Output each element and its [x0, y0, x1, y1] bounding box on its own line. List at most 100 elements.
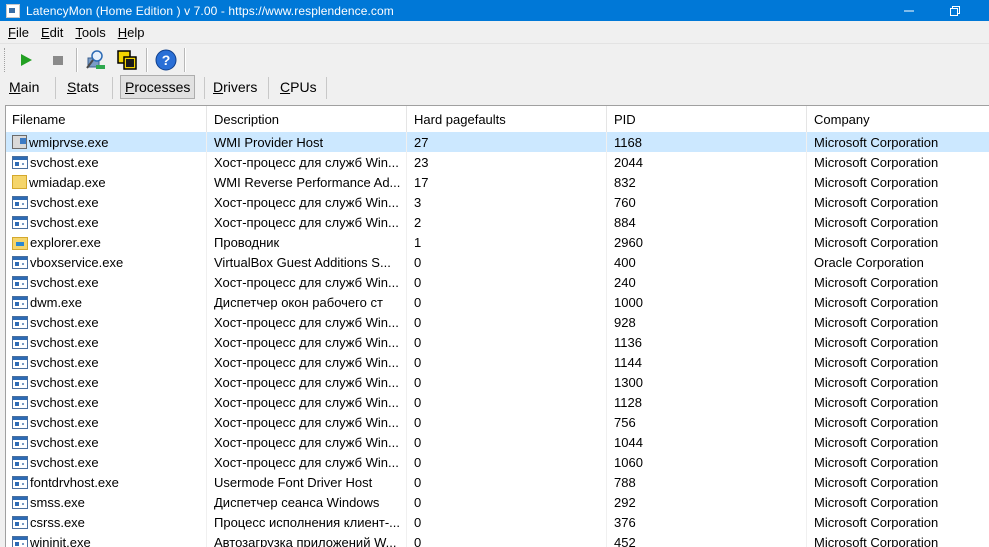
cell-company-text: Microsoft Corporation [814, 475, 938, 490]
column-header-pid[interactable]: PID [607, 106, 807, 132]
cell-filename: fontdrvhost.exe [6, 472, 207, 492]
column-header-company[interactable]: Company [807, 106, 989, 132]
analyze-button[interactable] [84, 48, 108, 72]
cell-filename-text: svchost.exe [30, 195, 99, 210]
cell-hard-pagefaults: 0 [407, 492, 607, 512]
cell-filename: smss.exe [6, 492, 207, 512]
cell-filename-text: fontdrvhost.exe [30, 475, 119, 490]
start-button[interactable] [14, 48, 38, 72]
table-row[interactable]: wmiadap.exeWMI Reverse Performance Ad...… [6, 172, 989, 192]
tab-drivers[interactable]: Drivers [209, 75, 261, 99]
cell-filename: csrss.exe [6, 512, 207, 532]
table-row[interactable]: csrss.exeПроцесс исполнения клиент-...03… [6, 512, 989, 532]
cell-company-text: Microsoft Corporation [814, 315, 938, 330]
cell-hard-pagefaults: 0 [407, 472, 607, 492]
table-row[interactable]: explorer.exeПроводник12960Microsoft Corp… [6, 232, 989, 252]
table-row[interactable]: dwm.exeДиспетчер окон рабочего ст01000Mi… [6, 292, 989, 312]
title-bar: LatencyMon (Home Edition ) v 7.00 - http… [0, 0, 989, 21]
help-button[interactable]: ? [154, 48, 178, 72]
column-header-hard-pagefaults[interactable]: Hard pagefaults [407, 106, 607, 132]
minimize-button[interactable] [890, 0, 928, 21]
cell-pid-text: 1128 [614, 395, 642, 410]
table-row[interactable]: svchost.exeХост-процесс для служб Win...… [6, 352, 989, 372]
windows-button[interactable] [115, 48, 139, 72]
cell-description-text: Хост-процесс для служб Win... [214, 275, 399, 290]
cell-pid-text: 928 [614, 315, 636, 330]
restore-button[interactable] [936, 0, 974, 21]
cell-filename: vboxservice.exe [6, 252, 207, 272]
cell-description: Проводник [207, 232, 407, 252]
menu-tools[interactable]: Tools [68, 25, 110, 40]
cell-description-text: Автозагрузка приложений W... [214, 535, 396, 547]
cell-hard-pagefaults-text: 0 [414, 435, 421, 450]
table-row[interactable]: svchost.exeХост-процесс для служб Win...… [6, 392, 989, 412]
cell-company: Microsoft Corporation [807, 392, 989, 412]
svchost-file-icon [12, 216, 28, 229]
column-header-description[interactable]: Description [207, 106, 407, 132]
cell-hard-pagefaults-text: 0 [414, 255, 421, 270]
table-row[interactable]: svchost.exeХост-процесс для служб Win...… [6, 192, 989, 212]
cell-description-text: Хост-процесс для служб Win... [214, 215, 399, 230]
svchost-file-icon [12, 336, 28, 349]
table-row[interactable]: svchost.exeХост-процесс для служб Win...… [6, 312, 989, 332]
menu-file[interactable]: File [0, 25, 34, 40]
toolbar-separator [146, 48, 148, 72]
cell-filename-text: svchost.exe [30, 455, 99, 470]
table-row[interactable]: svchost.exeХост-процесс для служб Win...… [6, 272, 989, 292]
table-row[interactable]: svchost.exeХост-процесс для служб Win...… [6, 152, 989, 172]
table-header: Filename Description Hard pagefaults PID… [6, 106, 989, 133]
cell-company-text: Microsoft Corporation [814, 415, 938, 430]
column-header-filename[interactable]: Filename [6, 106, 207, 132]
tab-main[interactable]: Main [5, 75, 43, 99]
cell-description-text: Хост-процесс для служб Win... [214, 375, 399, 390]
cell-description: Хост-процесс для служб Win... [207, 372, 407, 392]
menu-help[interactable]: Help [111, 25, 150, 40]
help-icon: ? [155, 49, 177, 71]
cell-filename-text: svchost.exe [30, 315, 99, 330]
cell-company: Microsoft Corporation [807, 352, 989, 372]
cell-company: Microsoft Corporation [807, 132, 989, 152]
cell-description: Usermode Font Driver Host [207, 472, 407, 492]
table-row[interactable]: svchost.exeХост-процесс для служб Win...… [6, 432, 989, 452]
menu-edit[interactable]: Edit [34, 25, 68, 40]
cell-hard-pagefaults: 0 [407, 352, 607, 372]
cell-pid: 400 [607, 252, 807, 272]
cell-company: Microsoft Corporation [807, 432, 989, 452]
tab-processes[interactable]: Processes [120, 75, 195, 99]
tab-stats[interactable]: Stats [63, 75, 103, 99]
tab-separator [268, 77, 269, 99]
tab-cpus[interactable]: CPUs [276, 75, 321, 99]
cell-description-text: Хост-процесс для служб Win... [214, 335, 399, 350]
tab-bar: Main Stats Processes Drivers CPUs [0, 75, 989, 101]
cell-hard-pagefaults-text: 0 [414, 315, 421, 330]
cell-description: Хост-процесс для служб Win... [207, 212, 407, 232]
cell-filename: wmiadap.exe [6, 172, 207, 192]
cell-filename-text: svchost.exe [30, 215, 99, 230]
cell-pid: 452 [607, 532, 807, 547]
cell-description-text: Хост-процесс для служб Win... [214, 415, 399, 430]
cell-pid: 760 [607, 192, 807, 212]
cell-pid: 1300 [607, 372, 807, 392]
cell-pid-text: 400 [614, 255, 636, 270]
table-row[interactable]: fontdrvhost.exe Usermode Font Driver Host… [6, 472, 989, 492]
cell-company-text: Microsoft Corporation [814, 275, 938, 290]
cell-company-text: Microsoft Corporation [814, 195, 938, 210]
table-row[interactable]: svchost.exeХост-процесс для служб Win...… [6, 452, 989, 472]
table-row[interactable]: vboxservice.exeVirtualBox Guest Addition… [6, 252, 989, 272]
svchost-file-icon [12, 256, 28, 269]
cell-company-text: Microsoft Corporation [814, 355, 938, 370]
table-row[interactable]: svchost.exe Хост-процесс для служб Win...… [6, 332, 989, 352]
table-row[interactable]: wmiprvse.exeWMI Provider Host271168Micro… [6, 132, 989, 152]
cell-company-text: Microsoft Corporation [814, 215, 938, 230]
table-row[interactable]: smss.exeДиспетчер сеанса Windows0292Micr… [6, 492, 989, 512]
stop-button[interactable] [46, 48, 70, 72]
cell-pid-text: 1136 [614, 335, 642, 350]
cell-filename-text: svchost.exe [30, 335, 99, 350]
table-row[interactable]: wininit.exeАвтозагрузка приложений W...0… [6, 532, 989, 547]
table-row[interactable]: svchost.exe Хост-процесс для служб Win...… [6, 212, 989, 232]
table-row[interactable]: svchost.exe Хост-процесс для служб Win...… [6, 412, 989, 432]
toolbar: ? [0, 43, 989, 76]
svg-text:?: ? [162, 52, 171, 68]
cell-filename-text: svchost.exe [30, 415, 99, 430]
table-row[interactable]: svchost.exeХост-процесс для служб Win...… [6, 372, 989, 392]
